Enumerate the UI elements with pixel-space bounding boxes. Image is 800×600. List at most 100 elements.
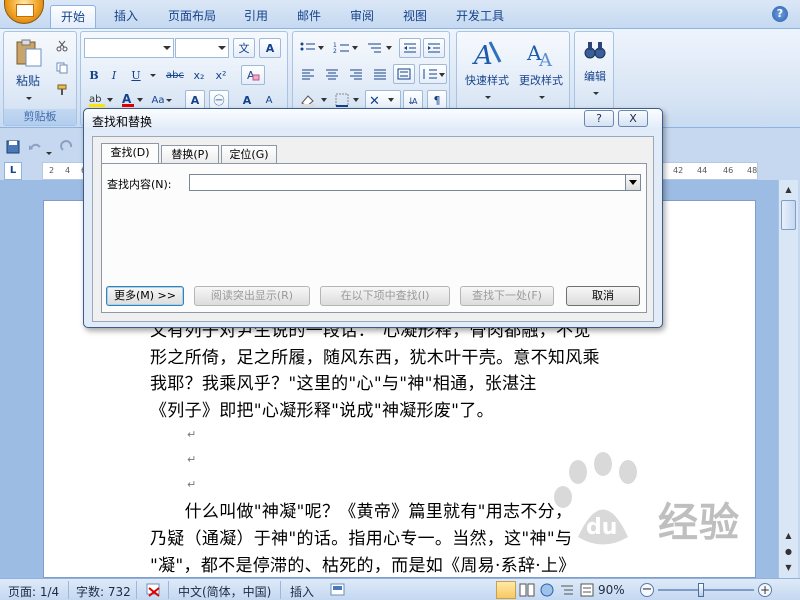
shading-icon[interactable] [297, 90, 331, 110]
tab-page-layout[interactable]: 页面布局 [160, 5, 224, 28]
spell-check-icon[interactable] [146, 582, 162, 598]
char-border-icon[interactable]: A [259, 38, 281, 58]
word-count[interactable]: 字数: 732 [76, 583, 131, 600]
superscript-button[interactable]: x² [211, 65, 231, 85]
zoom-level[interactable]: 90% [598, 583, 625, 597]
font-size-combo[interactable] [175, 38, 229, 58]
align-center-icon[interactable] [321, 64, 343, 84]
grow-font-button[interactable]: A [237, 90, 257, 110]
line-spacing-icon[interactable] [419, 64, 447, 84]
phonetic-guide-icon[interactable]: 文 [233, 38, 255, 58]
zoom-in-icon[interactable]: + [758, 583, 772, 597]
align-right-icon[interactable] [345, 64, 367, 84]
next-page-icon[interactable]: ▼ [781, 560, 796, 576]
find-next-button[interactable]: 查找下一处(F) [460, 286, 554, 306]
show-marks-icon[interactable]: ¶ [427, 90, 447, 110]
office-button[interactable] [4, 0, 44, 24]
full-screen-reading-icon[interactable] [518, 581, 536, 599]
format-painter-icon[interactable] [52, 80, 72, 100]
web-layout-icon[interactable] [538, 581, 556, 599]
svg-text:A: A [412, 97, 418, 106]
text-highlight-button[interactable]: ab [85, 90, 115, 110]
editing-button[interactable]: 编辑 [577, 36, 613, 100]
scroll-up-icon[interactable]: ▲ [781, 182, 796, 198]
tab-developer[interactable]: 开发工具 [448, 5, 512, 28]
align-left-icon[interactable] [297, 64, 319, 84]
scrollbar-thumb[interactable] [781, 200, 796, 230]
tab-replace[interactable]: 替换(P) [161, 145, 219, 163]
font-name-combo[interactable] [84, 38, 174, 58]
numbering-icon[interactable]: 12 [331, 38, 361, 58]
justify-icon[interactable] [369, 64, 391, 84]
quick-styles-icon: A [472, 41, 502, 68]
insert-mode[interactable]: 插入 [290, 583, 314, 600]
tab-references[interactable]: 引用 [234, 5, 278, 28]
draft-view-icon[interactable] [578, 581, 596, 599]
font-color-button[interactable]: A [119, 90, 145, 110]
change-styles-label: 更改样式 [519, 74, 563, 87]
doc-line: "凝"，都不是停滞的、枯死的，而是如《周易·系辞·上》 [150, 556, 576, 576]
change-case-button[interactable]: Aa [147, 90, 177, 110]
shrink-font-button[interactable]: A [259, 90, 279, 110]
outline-view-icon[interactable] [558, 581, 576, 599]
tab-selector[interactable]: L [4, 162, 22, 180]
paste-button[interactable]: 粘贴 [8, 36, 48, 100]
tab-mailings[interactable]: 邮件 [287, 5, 331, 28]
tab-home[interactable]: 开始 [50, 5, 96, 28]
tab-insert[interactable]: 插入 [104, 5, 148, 28]
find-history-dropdown-icon[interactable] [625, 175, 640, 190]
quick-access-toolbar [0, 136, 84, 158]
decrease-indent-icon[interactable] [399, 38, 421, 58]
strikethrough-button[interactable]: abc [163, 65, 187, 85]
tab-review[interactable]: 审阅 [340, 5, 384, 28]
tab-view[interactable]: 视图 [393, 5, 437, 28]
language-indicator[interactable]: 中文(简体，中国) [178, 583, 271, 600]
copy-icon[interactable] [52, 58, 72, 78]
dialog-close-button[interactable]: X [618, 110, 648, 127]
doc-line: 《列子》即把"心凝形释"说成"神凝形废"了。 [150, 401, 494, 421]
cut-icon[interactable] [52, 36, 72, 56]
underline-dropdown-icon[interactable] [147, 65, 157, 85]
macro-record-icon[interactable] [330, 582, 346, 598]
save-icon[interactable] [6, 140, 20, 154]
bullets-icon[interactable] [297, 38, 327, 58]
zoom-slider-track[interactable] [658, 589, 754, 591]
help-icon[interactable]: ? [772, 6, 788, 22]
page-count[interactable]: 页面: 1/4 [8, 583, 59, 600]
paste-dropdown-icon [26, 97, 32, 100]
change-styles-button[interactable]: AA 更改样式 [513, 36, 569, 100]
undo-dropdown-icon[interactable] [44, 144, 52, 155]
tab-find[interactable]: 查找(D) [101, 143, 159, 164]
clear-formatting-icon[interactable]: A [241, 65, 265, 85]
char-shading-button[interactable]: A [185, 90, 205, 110]
zoom-out-icon[interactable]: − [640, 583, 654, 597]
bold-button[interactable]: B [85, 65, 103, 85]
enclose-char-icon[interactable]: ㊀ [209, 90, 229, 110]
quick-styles-button[interactable]: A 快速样式 [459, 36, 515, 100]
increase-indent-icon[interactable] [423, 38, 445, 58]
borders-icon[interactable] [333, 90, 363, 110]
reading-highlight-button[interactable]: 阅读突出显示(R) [194, 286, 310, 306]
distribute-icon[interactable] [393, 64, 415, 84]
more-button[interactable]: 更多(M) >> [106, 286, 184, 306]
dialog-help-button[interactable]: ? [584, 110, 614, 127]
previous-page-icon[interactable]: ▲ [781, 528, 796, 544]
underline-button[interactable]: U [127, 65, 145, 85]
redo-icon[interactable] [60, 140, 74, 154]
cancel-button[interactable]: 取消 [566, 286, 640, 306]
italic-button[interactable]: I [105, 65, 123, 85]
multilevel-list-icon[interactable] [365, 38, 395, 58]
vertical-scrollbar[interactable]: ▲ ▲ ● ▼ [778, 180, 798, 578]
subscript-button[interactable]: x₂ [189, 65, 209, 85]
find-in-button[interactable]: 在以下项中查找(I) [320, 286, 450, 306]
undo-icon[interactable] [28, 140, 42, 154]
browse-object-icon[interactable]: ● [781, 544, 796, 560]
print-layout-view-icon[interactable] [496, 581, 516, 599]
dialog-titlebar[interactable]: 查找和替换 ? X [84, 109, 662, 131]
sort-icon[interactable]: ↓ A [403, 90, 423, 110]
change-case-label: Aa [151, 94, 165, 106]
find-what-input[interactable] [189, 174, 641, 191]
tab-goto[interactable]: 定位(G) [221, 145, 277, 163]
zoom-slider-thumb[interactable] [698, 583, 704, 597]
chinese-layout-icon[interactable]: ✕ [365, 90, 401, 110]
